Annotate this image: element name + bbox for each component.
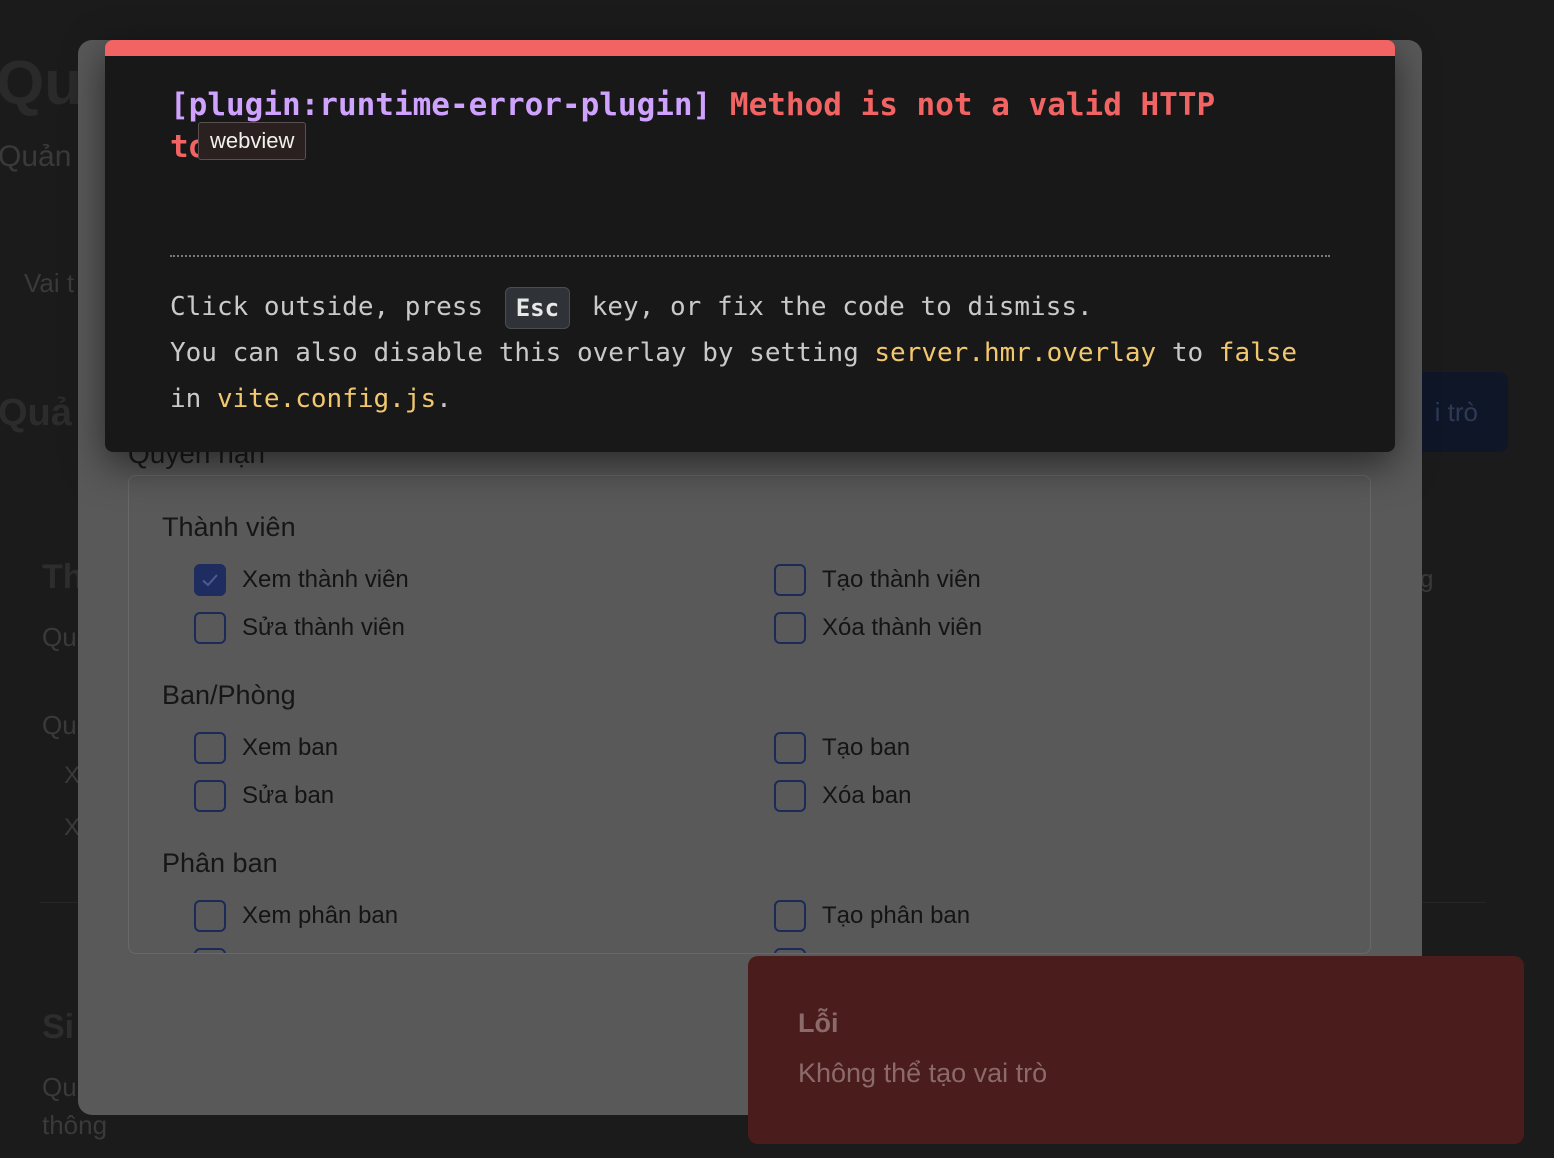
checkbox[interactable]	[194, 948, 226, 953]
tip-text: .	[436, 384, 452, 414]
create-role-button-label: i trò	[1434, 396, 1478, 427]
permission-partial-row[interactable]	[774, 948, 806, 953]
permission-edit-members[interactable]: Sửa thành viên	[194, 612, 405, 644]
permission-edit-departments[interactable]: Sửa ban	[194, 780, 334, 812]
permission-view-departments[interactable]: Xem ban	[194, 732, 338, 764]
permission-group-title: Thành viên	[162, 512, 296, 542]
permission-label: Tạo ban	[822, 734, 911, 761]
permission-view-subdepartments[interactable]: Xem phân ban	[194, 900, 398, 932]
checkbox[interactable]	[774, 732, 806, 764]
error-message: [plugin:runtime-error-plugin] Method is …	[170, 84, 1330, 168]
tip-code: vite.config.js	[216, 384, 437, 414]
tip-text: You can also disable this overlay by set…	[170, 338, 859, 368]
tip-code: false	[1218, 338, 1298, 368]
permission-label: Xem thành viên	[242, 566, 409, 593]
role-card-right-fragment: g	[1420, 566, 1434, 593]
esc-key: Esc	[504, 286, 571, 329]
permission-label: Sửa thành viên	[242, 614, 405, 641]
tip-code: server.hmr.overlay	[874, 338, 1157, 368]
permission-label: Xóa ban	[822, 782, 912, 809]
permission-partial-row[interactable]	[194, 948, 226, 953]
checkbox[interactable]	[194, 732, 226, 764]
tip-text: Click outside, press	[170, 292, 484, 322]
checkbox[interactable]	[194, 612, 226, 644]
permission-label: Tạo thành viên	[822, 566, 981, 593]
permission-label: Sửa ban	[242, 782, 335, 809]
divider	[170, 255, 1330, 257]
permission-delete-departments[interactable]: Xóa ban	[774, 780, 911, 812]
checkbox[interactable]	[774, 780, 806, 812]
checkbox[interactable]	[194, 780, 226, 812]
checkbox-checked[interactable]	[194, 564, 226, 596]
role-card-title: Si	[42, 1008, 75, 1046]
checkbox[interactable]	[774, 900, 806, 932]
permission-group-title: Ban/Phòng	[162, 680, 296, 710]
permission-create-members[interactable]: Tạo thành viên	[774, 564, 981, 596]
toast-description: Không thể tạo vai trò	[798, 1058, 1048, 1088]
permissions-list[interactable]: Thành viên Xem thành viên Tạo thành viên…	[128, 475, 1371, 954]
tip-text: to	[1171, 338, 1204, 368]
page-title: Qu	[0, 49, 83, 118]
permission-create-departments[interactable]: Tạo ban	[774, 732, 910, 764]
webview-tooltip: webview	[198, 122, 307, 160]
error-text: Method is not a valid HTTP	[729, 87, 1216, 123]
permission-label: Xóa thành viên	[822, 614, 983, 641]
error-toast[interactable]: Lỗi Không thể tạo vai trò	[748, 956, 1524, 1144]
check-icon	[202, 574, 218, 587]
checkbox[interactable]	[194, 900, 226, 932]
permission-view-members[interactable]: Xem thành viên	[194, 564, 409, 596]
error-tip: Click outside, press Esc key, or fix the…	[170, 284, 1350, 422]
checkbox[interactable]	[774, 564, 806, 596]
error-plugin-name: [plugin:runtime-error-plugin]	[170, 87, 712, 123]
tip-text: key, or fix the code to dismiss.	[591, 292, 1093, 322]
permission-label: Xem phân ban	[242, 902, 399, 929]
permission-label: Tạo phân ban	[822, 902, 971, 929]
role-card-description: Qu	[42, 1072, 77, 1102]
toast-title: Lỗi	[798, 1008, 839, 1038]
tip-text: in	[170, 384, 202, 414]
section-title: Quả	[0, 392, 72, 434]
permission-delete-members[interactable]: Xóa thành viên	[774, 612, 982, 644]
permission-create-subdepartments[interactable]: Tạo phân ban	[774, 900, 970, 932]
page-subtitle: Quản	[0, 140, 72, 173]
checkbox[interactable]	[774, 948, 806, 953]
error-overlay[interactable]: [plugin:runtime-error-plugin] Method is …	[105, 40, 1395, 452]
tab-roles[interactable]: Vai t	[24, 268, 74, 299]
checkbox[interactable]	[774, 612, 806, 644]
permission-group-title: Phân ban	[162, 848, 278, 878]
role-card-permissions-label: Qu	[42, 710, 77, 740]
permission-label: Xem ban	[242, 734, 339, 761]
role-card-description: Qu	[42, 622, 77, 652]
